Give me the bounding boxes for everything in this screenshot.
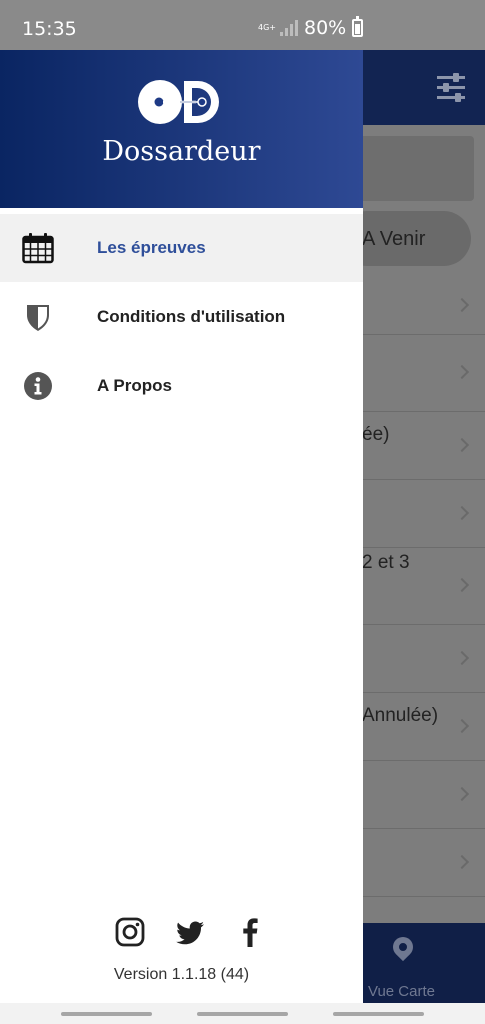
menu-item-label: Les épreuves	[97, 238, 206, 257]
network-type: 4G+	[258, 23, 276, 32]
map-pin-icon	[388, 932, 418, 962]
navigation-drawer: Dossardeur Les épreuves Conditions d'uti…	[0, 50, 363, 1003]
shield-icon	[22, 301, 54, 333]
battery-percent: 80%	[304, 17, 347, 39]
instagram-icon[interactable]	[114, 916, 146, 948]
calendar-icon	[22, 232, 54, 264]
facebook-icon[interactable]	[234, 916, 266, 948]
nav-back-button[interactable]	[333, 1012, 424, 1016]
menu-item-conditions[interactable]: Conditions d'utilisation	[0, 283, 363, 351]
dossardeur-logo	[138, 80, 219, 124]
menu-item-a-propos[interactable]: A Propos	[0, 352, 363, 420]
menu-item-label: A Propos	[97, 376, 172, 395]
signal-icon	[280, 20, 298, 36]
menu-item-les-epreuves[interactable]: Les épreuves	[0, 214, 363, 282]
status-time: 15:35	[22, 18, 77, 40]
brand-name: Dossardeur	[102, 136, 261, 167]
system-nav-bar	[0, 1003, 485, 1024]
info-icon	[22, 370, 54, 402]
social-links	[114, 916, 266, 948]
app-version: Version 1.1.18 (44)	[113, 966, 250, 983]
twitter-icon[interactable]	[174, 916, 206, 948]
nav-home-button[interactable]	[197, 1012, 288, 1016]
menu-item-label: Conditions d'utilisation	[97, 307, 286, 326]
drawer-header: Dossardeur	[0, 50, 363, 208]
battery-icon	[352, 16, 364, 37]
filter-icon[interactable]	[437, 73, 465, 102]
nav-recents-button[interactable]	[61, 1012, 152, 1016]
status-bar: 15:35 4G+ 80%	[0, 0, 485, 50]
